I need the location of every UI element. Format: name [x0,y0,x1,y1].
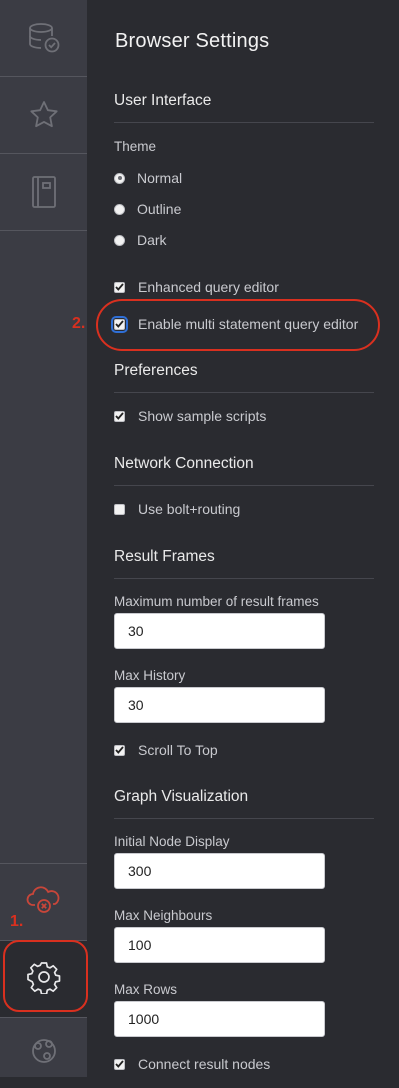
theme-label: Theme [114,139,157,154]
sidebar-item-help[interactable] [0,1018,87,1088]
scroll-to-top-toggle[interactable]: Scroll To Top [114,742,218,758]
max-neighbours-label: Max Neighbours [114,908,213,923]
theme-option-normal[interactable]: Normal [114,170,182,186]
enhanced-query-editor-checkbox[interactable] [114,281,125,293]
connect-result-nodes-checkbox[interactable] [114,1058,125,1070]
initial-node-label: Initial Node Display [114,834,230,849]
callout-highlight-settings [3,940,88,1012]
database-check-icon [27,21,61,55]
section-network-heading: Network Connection [114,455,254,472]
sidebar-item-documents[interactable] [0,154,87,231]
scroll-to-top-checkbox[interactable] [114,744,125,756]
sidebar-item-database[interactable] [0,0,87,77]
radio-dark[interactable] [114,234,125,246]
initial-node-input[interactable]: 300 [114,853,325,889]
callout-marker-1: 1. [10,913,24,930]
radio-normal[interactable] [114,172,125,184]
section-user-interface-heading: User Interface [114,92,212,109]
max-history-label: Max History [114,668,186,683]
max-rows-label: Max Rows [114,982,178,997]
theme-option-outline[interactable]: Outline [114,201,181,217]
page-title: Browser Settings [115,30,270,52]
star-icon [28,99,60,131]
theme-option-dark[interactable]: Dark [114,232,167,248]
section-graph-heading: Graph Visualization [114,788,249,805]
callout-marker-2: 2. [72,315,86,332]
show-sample-scripts-checkbox[interactable] [114,410,125,422]
cloud-disconnected-icon [26,885,62,920]
max-frames-label: Maximum number of result frames [114,594,319,609]
radio-outline[interactable] [114,203,125,215]
enhanced-query-editor-toggle[interactable]: Enhanced query editor [114,279,279,295]
bolt-routing-toggle[interactable]: Use bolt+routing [114,501,240,517]
show-sample-scripts-toggle[interactable]: Show sample scripts [114,408,266,424]
settings-drawer: Browser Settings User Interface Theme No… [87,0,399,1077]
notebook-icon [30,175,58,209]
help-icon [29,1036,59,1071]
max-rows-input[interactable]: 1000 [114,1001,325,1037]
bolt-routing-checkbox[interactable] [114,503,125,515]
max-history-input[interactable]: 30 [114,687,325,723]
connect-result-nodes-toggle[interactable]: Connect result nodes [114,1056,270,1072]
section-preferences-heading: Preferences [114,362,198,379]
max-frames-input[interactable]: 30 [114,613,325,649]
sidebar-item-favorites[interactable] [0,77,87,154]
max-neighbours-input[interactable]: 100 [114,927,325,963]
section-result-frames-heading: Result Frames [114,548,215,565]
callout-highlight-multi-statement [96,299,380,351]
